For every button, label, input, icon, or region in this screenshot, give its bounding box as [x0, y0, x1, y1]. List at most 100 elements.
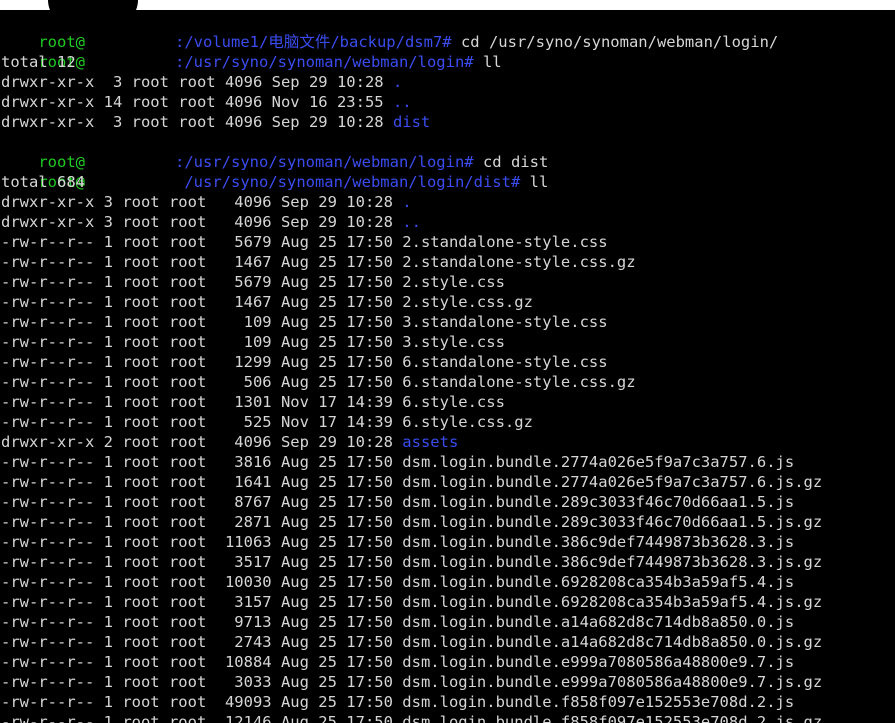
listing-meta: -rw-r--r-- 1 root root 109 Aug 25 17:50 — [1, 313, 403, 331]
file-name: 6.standalone-style.css.gz — [402, 373, 636, 391]
directory-name: . — [402, 193, 412, 211]
listing-meta: -rw-r--r-- 1 root root 506 Aug 25 17:50 — [1, 373, 403, 391]
terminal-line-listing: -rw-r--r-- 1 root root 3816 Aug 25 17:50… — [1, 452, 895, 472]
listing-meta: -rw-r--r-- 1 root root 1301 Nov 17 14:39 — [1, 393, 403, 411]
listing-meta: -rw-r--r-- 1 root root 10884 Aug 25 17:5… — [1, 653, 403, 671]
terminal-line-listing: -rw-r--r-- 1 root root 1301 Nov 17 14:39… — [1, 392, 895, 412]
terminal-line-listing: drwxr-xr-x 2 root root 4096 Sep 29 10:28… — [1, 432, 895, 452]
terminal-line-listing: -rw-r--r-- 1 root root 10884 Aug 25 17:5… — [1, 652, 895, 672]
redaction-mask — [48, 0, 138, 26]
listing-meta: -rw-r--r-- 1 root root 525 Nov 17 14:39 — [1, 413, 403, 431]
file-name: dsm.login.bundle.289c3033f46c70d66aa1.5.… — [402, 493, 795, 511]
listing-meta: -rw-r--r-- 1 root root 3816 Aug 25 17:50 — [1, 453, 403, 471]
listing-meta: -rw-r--r-- 1 root root 1299 Aug 25 17:50 — [1, 353, 403, 371]
listing-meta: drwxr-xr-x 3 root root 4096 Sep 29 10:28 — [1, 113, 393, 131]
terminal-line-listing: -rw-r--r-- 1 root root 10030 Aug 25 17:5… — [1, 572, 895, 592]
terminal-line-listing: -rw-r--r-- 1 root root 2871 Aug 25 17:50… — [1, 512, 895, 532]
terminal-line-listing: -rw-r--r-- 1 root root 2743 Aug 25 17:50… — [1, 632, 895, 652]
terminal-line-prompt: root@ :/usr/syno/synoman/webman/login# cd… — [1, 132, 895, 171]
terminal-line-listing: -rw-r--r-- 1 root root 1467 Aug 25 17:50… — [1, 292, 895, 312]
listing-meta: -rw-r--r-- 1 root root 2743 Aug 25 17:50 — [1, 633, 403, 651]
terminal-line-listing: -rw-r--r-- 1 root root 1641 Aug 25 17:50… — [1, 472, 895, 492]
file-name: dsm.login.bundle.6928208ca354b3a59af5.4.… — [402, 573, 795, 591]
terminal-line-listing: -rw-r--r-- 1 root root 5679 Aug 25 17:50… — [1, 272, 895, 292]
prompt-user: root@ — [38, 153, 85, 171]
listing-meta: -rw-r--r-- 1 root root 10030 Aug 25 17:5… — [1, 573, 403, 591]
listing-meta: -rw-r--r-- 1 root root 12146 Aug 25 17:5… — [1, 713, 403, 723]
listing-meta: drwxr-xr-x 3 root root 4096 Sep 29 10:28 — [1, 213, 403, 231]
prompt-path: :/usr/syno/synoman/webman/login# — [175, 53, 474, 71]
file-name: dsm.login.bundle.a14a682d8c714db8a850.0.… — [402, 613, 795, 631]
file-name: 6.style.css.gz — [402, 413, 533, 431]
output-text: total 684 — [1, 173, 85, 191]
file-name: 3.style.css — [402, 333, 505, 351]
listing-meta: drwxr-xr-x 3 root root 4096 Sep 29 10:28 — [1, 73, 393, 91]
terminal-line-listing: -rw-r--r-- 1 root root 109 Aug 25 17:50 … — [1, 312, 895, 332]
command-text: cd /usr/syno/synoman/webman/login/ — [451, 33, 779, 51]
output-text: total 12 — [1, 53, 76, 71]
file-name: dsm.login.bundle.2774a026e5f9a7c3a757.6.… — [402, 453, 795, 471]
terminal-line-listing: -rw-r--r-- 1 root root 11063 Aug 25 17:5… — [1, 532, 895, 552]
listing-meta: -rw-r--r-- 1 root root 3033 Aug 25 17:50 — [1, 673, 403, 691]
terminal-line-listing: drwxr-xr-x 3 root root 4096 Sep 29 10:28… — [1, 112, 895, 132]
directory-name: dist — [392, 113, 431, 131]
command-text: ll — [520, 173, 549, 191]
terminal-line-listing: drwxr-xr-x 3 root root 4096 Sep 29 10:28… — [1, 72, 895, 92]
terminal-line-listing: -rw-r--r-- 1 root root 109 Aug 25 17:50 … — [1, 332, 895, 352]
terminal-line-listing: -rw-r--r-- 1 root root 49093 Aug 25 17:5… — [1, 692, 895, 712]
listing-meta: -rw-r--r-- 1 root root 49093 Aug 25 17:5… — [1, 693, 403, 711]
file-name: dsm.login.bundle.2774a026e5f9a7c3a757.6.… — [402, 473, 823, 491]
listing-meta: -rw-r--r-- 1 root root 2871 Aug 25 17:50 — [1, 513, 403, 531]
terminal-line-listing: -rw-r--r-- 1 root root 1299 Aug 25 17:50… — [1, 352, 895, 372]
file-name: 2.standalone-style.css — [402, 233, 608, 251]
file-name: 6.standalone-style.css — [402, 353, 608, 371]
listing-meta: -rw-r--r-- 1 root root 109 Aug 25 17:50 — [1, 333, 403, 351]
terminal-line-prompt: root@ :/volume1/电脑文件/backup/dsm7# cd /usr… — [1, 12, 895, 51]
listing-meta: -rw-r--r-- 1 root root 8767 Aug 25 17:50 — [1, 493, 403, 511]
terminal-line-listing: drwxr-xr-x 14 root root 4096 Nov 16 23:5… — [1, 92, 895, 112]
terminal-line-listing: drwxr-xr-x 3 root root 4096 Sep 29 10:28… — [1, 212, 895, 232]
terminal-line-listing: -rw-r--r-- 1 root root 9713 Aug 25 17:50… — [1, 612, 895, 632]
terminal-line-listing: -rw-r--r-- 1 root root 3033 Aug 25 17:50… — [1, 672, 895, 692]
file-name: dsm.login.bundle.f858f097e152553e708d.2.… — [402, 693, 795, 711]
listing-meta: -rw-r--r-- 1 root root 11063 Aug 25 17:5… — [1, 533, 403, 551]
command-text: ll — [473, 53, 502, 71]
file-name: dsm.login.bundle.386c9def7449873b3628.3.… — [402, 553, 823, 571]
file-name: 3.standalone-style.css — [402, 313, 608, 331]
file-name: dsm.login.bundle.e999a7080586a48800e9.7.… — [402, 673, 823, 691]
listing-meta: -rw-r--r-- 1 root root 1467 Aug 25 17:50 — [1, 293, 403, 311]
terminal-line-listing: -rw-r--r-- 1 root root 8767 Aug 25 17:50… — [1, 492, 895, 512]
terminal-line-listing: -rw-r--r-- 1 root root 5679 Aug 25 17:50… — [1, 232, 895, 252]
file-name: dsm.login.bundle.f858f097e152553e708d.2.… — [402, 713, 823, 723]
directory-name: .. — [392, 93, 412, 111]
terminal-line-listing: -rw-r--r-- 1 root root 3157 Aug 25 17:50… — [1, 592, 895, 612]
file-name: 6.style.css — [402, 393, 505, 411]
file-name: dsm.login.bundle.e999a7080586a48800e9.7.… — [402, 653, 795, 671]
file-name: 2.standalone-style.css.gz — [402, 253, 636, 271]
listing-meta: drwxr-xr-x 14 root root 4096 Nov 16 23:5… — [1, 93, 393, 111]
terminal-line-listing: drwxr-xr-x 3 root root 4096 Sep 29 10:28… — [1, 192, 895, 212]
listing-meta: -rw-r--r-- 1 root root 5679 Aug 25 17:50 — [1, 273, 403, 291]
prompt-path: :/usr/syno/synoman/webman/login# — [175, 153, 474, 171]
listing-meta: -rw-r--r-- 1 root root 9713 Aug 25 17:50 — [1, 613, 403, 631]
terminal-line-listing: -rw-r--r-- 1 root root 506 Aug 25 17:50 … — [1, 372, 895, 392]
file-name: 2.style.css — [402, 273, 505, 291]
listing-meta: -rw-r--r-- 1 root root 3157 Aug 25 17:50 — [1, 593, 403, 611]
terminal-window[interactable]: root@ :/volume1/电脑文件/backup/dsm7# cd /usr… — [0, 0, 895, 723]
listing-meta: -rw-r--r-- 1 root root 3517 Aug 25 17:50 — [1, 553, 403, 571]
prompt-path: /usr/syno/synoman/webman/login/dist# — [175, 173, 521, 191]
prompt-user: root@ — [38, 33, 85, 51]
directory-name: .. — [402, 213, 421, 231]
command-text: cd dist — [473, 153, 549, 171]
prompt-path: :/volume1/电脑文件/backup/dsm7# — [175, 33, 452, 51]
listing-meta: -rw-r--r-- 1 root root 5679 Aug 25 17:50 — [1, 233, 403, 251]
file-name: 2.style.css.gz — [402, 293, 533, 311]
listing-meta: drwxr-xr-x 3 root root 4096 Sep 29 10:28 — [1, 193, 403, 211]
terminal-line-listing: -rw-r--r-- 1 root root 12146 Aug 25 17:5… — [1, 712, 895, 723]
file-name: dsm.login.bundle.289c3033f46c70d66aa1.5.… — [402, 513, 823, 531]
listing-meta: -rw-r--r-- 1 root root 1641 Aug 25 17:50 — [1, 473, 403, 491]
listing-meta: -rw-r--r-- 1 root root 1467 Aug 25 17:50 — [1, 253, 403, 271]
terminal-line-listing: -rw-r--r-- 1 root root 1467 Aug 25 17:50… — [1, 252, 895, 272]
file-name: dsm.login.bundle.386c9def7449873b3628.3.… — [402, 533, 795, 551]
directory-name: assets — [402, 433, 459, 451]
